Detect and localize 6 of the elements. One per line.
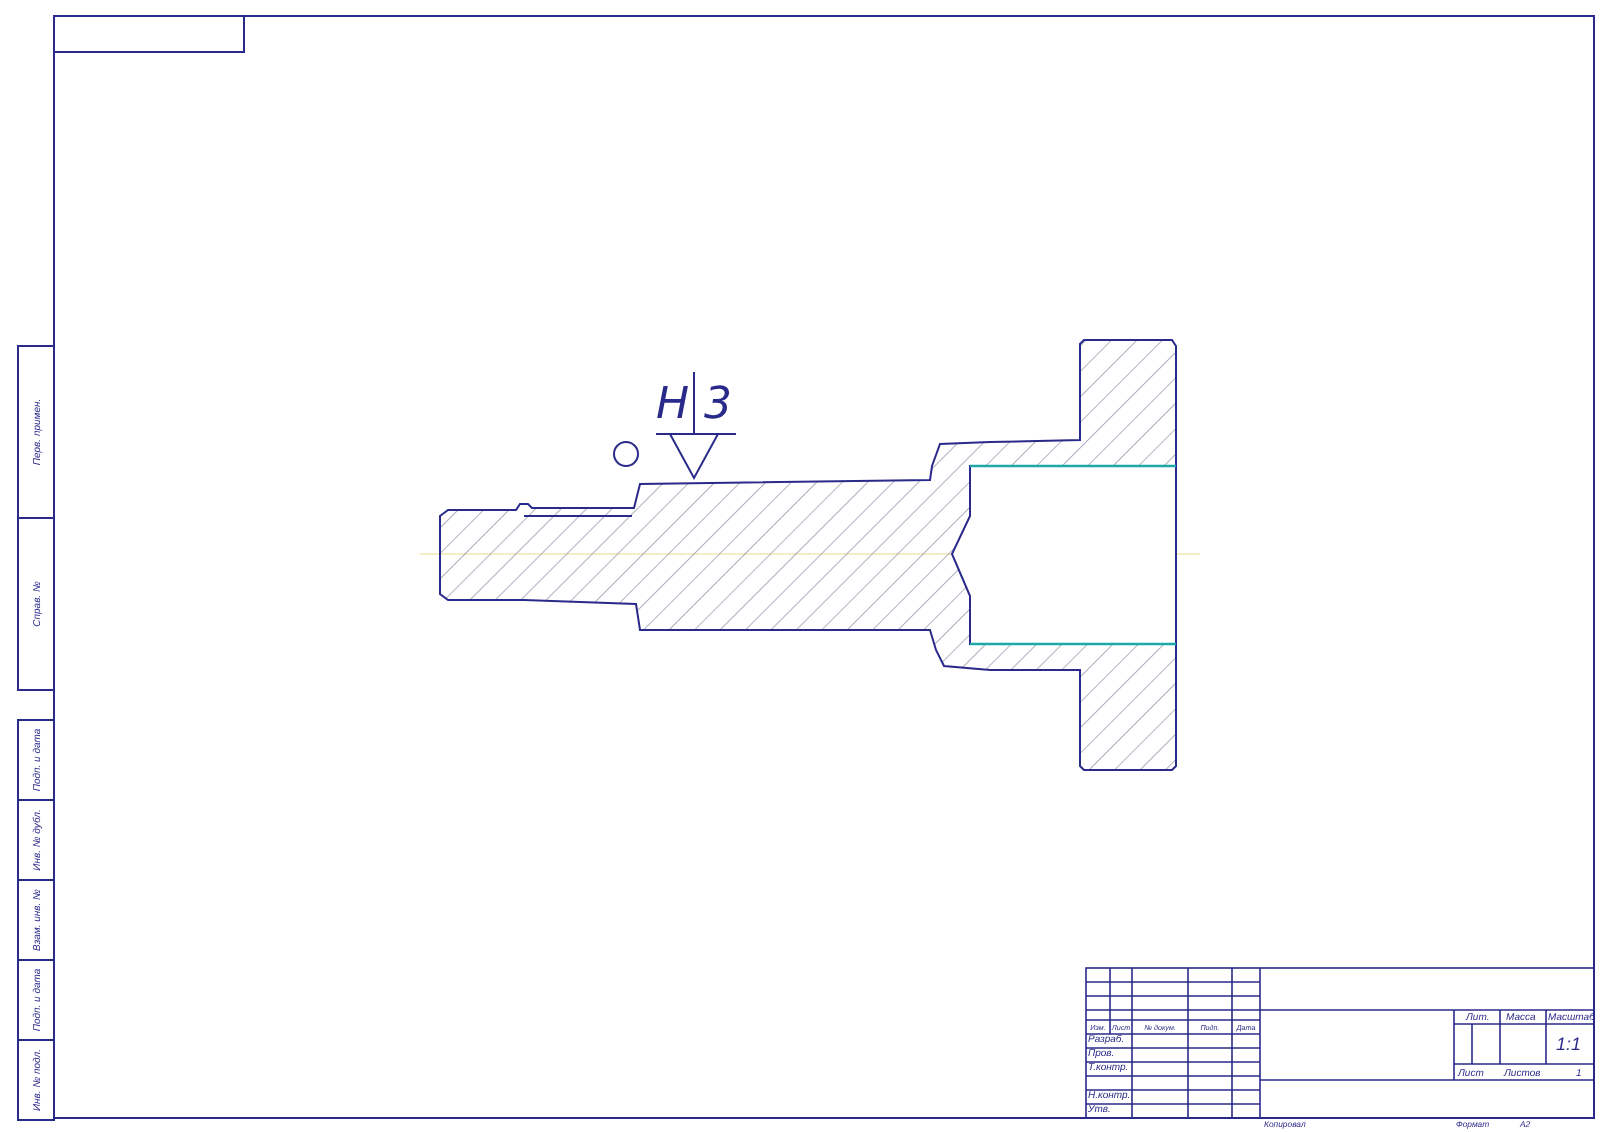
scale-value: 1:1: [1556, 1034, 1582, 1054]
stamp-cell: [17, 1039, 55, 1121]
surface-finish-symbol: [613, 371, 737, 481]
stamp-cell: [17, 719, 55, 801]
roughness-value: 3: [704, 380, 732, 430]
roughness-symbol: H: [656, 380, 690, 430]
